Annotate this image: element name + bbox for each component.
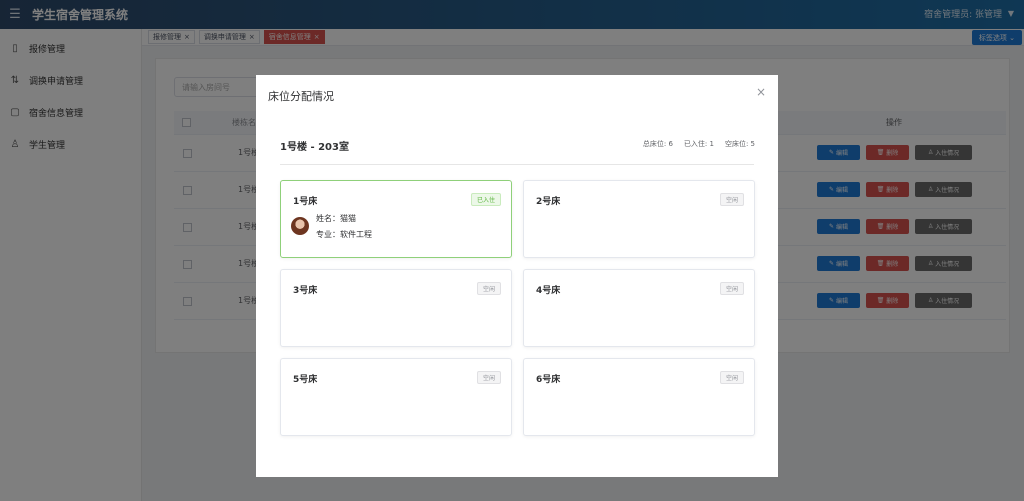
- bed-name: 6号床: [536, 375, 561, 385]
- bed-stats: 总床位: 6 已入住: 1 空床位: 5: [643, 139, 755, 149]
- occupant-name: 姓名：猫猫: [316, 214, 356, 223]
- bed-card-1[interactable]: 1号床 已入住 姓名：猫猫 专业：软件工程: [280, 180, 512, 258]
- bed-card-5[interactable]: 5号床 空闲: [280, 358, 512, 436]
- total-beds: 总床位: 6: [642, 140, 673, 148]
- dialog-title: 床位分配情况: [268, 90, 334, 103]
- bed-name: 2号床: [536, 197, 561, 207]
- bed-name: 4号床: [536, 286, 561, 296]
- vacant-beds: 空床位: 5: [724, 140, 755, 148]
- status-badge: 已入住: [470, 193, 501, 206]
- status-badge: 空闲: [719, 282, 744, 295]
- bed-name: 1号床: [293, 197, 318, 207]
- room-title: 1号楼 - 203室: [280, 142, 349, 153]
- close-icon[interactable]: ×: [756, 85, 766, 99]
- status-badge: 空闲: [476, 371, 501, 384]
- bed-name: 5号床: [293, 375, 318, 385]
- avatar: [291, 217, 309, 235]
- bed-card-3[interactable]: 3号床 空闲: [280, 269, 512, 347]
- bed-allocation-dialog: 床位分配情况 × 1号楼 - 203室 总床位: 6 已入住: 1 空床位: 5…: [256, 75, 778, 477]
- divider: [280, 164, 754, 165]
- status-badge: 空闲: [719, 371, 744, 384]
- occupied-beds: 已入住: 1: [683, 140, 714, 148]
- occupant-major: 专业：软件工程: [316, 230, 372, 239]
- status-badge: 空闲: [719, 193, 744, 206]
- bed-card-2[interactable]: 2号床 空闲: [523, 180, 755, 258]
- status-badge: 空闲: [476, 282, 501, 295]
- bed-card-4[interactable]: 4号床 空闲: [523, 269, 755, 347]
- bed-name: 3号床: [293, 286, 318, 296]
- bed-card-6[interactable]: 6号床 空闲: [523, 358, 755, 436]
